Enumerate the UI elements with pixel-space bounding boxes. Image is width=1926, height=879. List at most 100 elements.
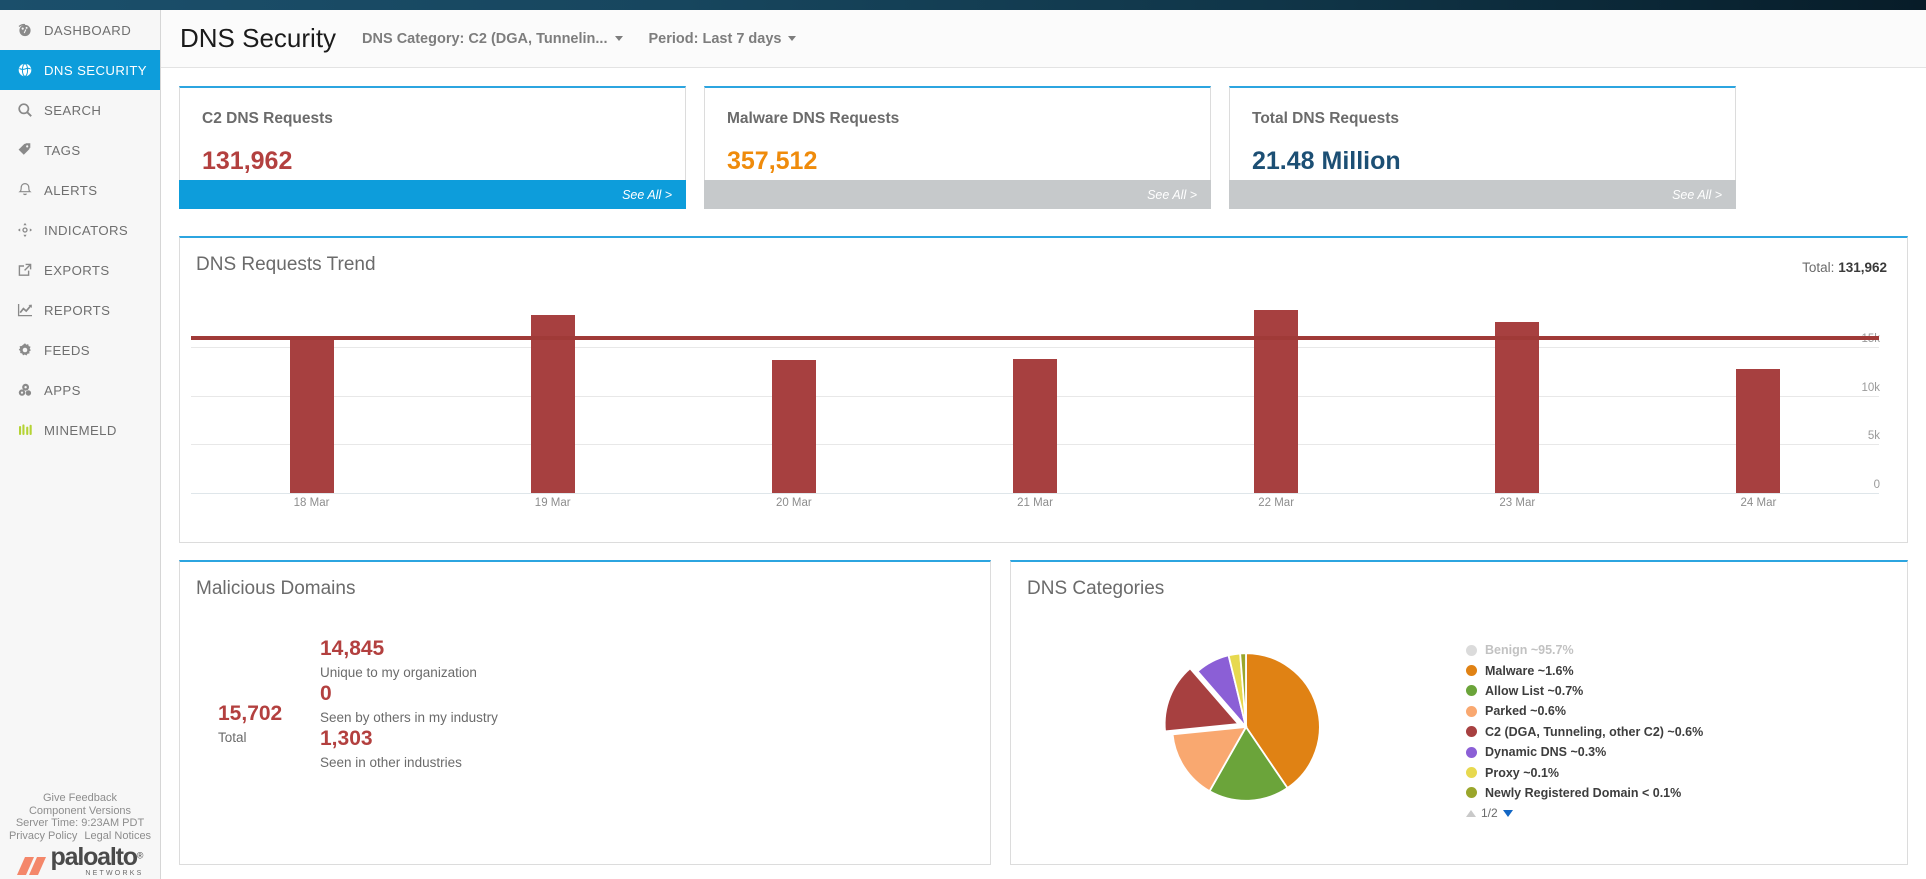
sidebar-item-reports[interactable]: REPORTS [0, 290, 160, 330]
sidebar-item-apps[interactable]: APPS [0, 370, 160, 410]
bar[interactable] [771, 360, 816, 493]
dns-categories-pie-chart [1156, 637, 1336, 817]
bar[interactable] [289, 336, 334, 493]
legend-pager: 1/2 [1466, 806, 1703, 820]
kpi-card-1: Malware DNS Requests 357,512 See All > [704, 86, 1211, 209]
dns-requests-trend-card: DNS Requests Trend Total: 131,962 0 5k 10k… [179, 236, 1908, 543]
sidebar-nav-list: DASHBOARD DNS SECURITY SEARCH TAGS ALERTS IND… [0, 10, 160, 450]
sidebar-item-exports[interactable]: EXPORTS [0, 250, 160, 290]
legend-label: Parked ~0.6% [1485, 704, 1566, 719]
legend-color-swatch [1466, 685, 1477, 697]
brand-subtitle: NETWORKS [85, 870, 144, 877]
x-axis-tick-label: 20 Mar [775, 497, 812, 509]
bar[interactable] [530, 314, 575, 493]
filter-label: Period: Last 7 days [648, 30, 782, 47]
see-all-link[interactable]: See All > [179, 180, 686, 209]
legend-item[interactable]: Dynamic DNS ~0.3% [1466, 742, 1703, 762]
legend-color-swatch [1466, 705, 1477, 717]
legend-item[interactable]: Benign ~95.7% [1466, 640, 1703, 660]
sidebar-item-minemeld[interactable]: MINEMELD [0, 410, 160, 450]
kpi-title: Malware DNS Requests [727, 110, 900, 127]
chevron-down-icon [614, 36, 623, 41]
paloalto-slashes-icon [16, 857, 46, 875]
page-header: DNS Security DNS Category: C2 (DGA, Tunn… [161, 10, 1926, 68]
legend-color-swatch [1466, 726, 1477, 738]
sidebar-item-alerts[interactable]: ALERTS [0, 170, 160, 210]
trend-bar-chart-plot: 05k10k15k18 Mar19 Mar20 Mar21 Mar22 Mar2… [191, 298, 1880, 509]
malicious-domains-row: 0 Seen by others in my industry [320, 682, 498, 725]
legend-color-swatch [1466, 644, 1477, 656]
bar[interactable] [1495, 322, 1540, 493]
legend-item[interactable]: Parked ~0.6% [1466, 701, 1703, 721]
legend-item[interactable]: Newly Registered Domain < 0.1% [1466, 783, 1703, 803]
y-axis-tick-label: 0 [1869, 479, 1880, 491]
malicious-domains-total: 15,702 Total [218, 702, 282, 745]
sidebar-item-indicators[interactable]: INDICATORS [0, 210, 160, 250]
trend-card-title: DNS Requests Trend [196, 254, 376, 275]
sidebar-item-label: FEEDS [44, 342, 90, 358]
row-label: Seen in other industries [320, 755, 462, 770]
malicious-domains-title: Malicious Domains [196, 578, 356, 599]
chevron-down-icon [788, 36, 797, 41]
legend-color-swatch [1466, 746, 1477, 758]
trend-total: Total: 131,962 [1802, 260, 1887, 275]
malicious-total-label: Total [218, 730, 247, 745]
sidebar-item-feeds[interactable]: FEEDS [0, 330, 160, 370]
legend-label: Proxy ~0.1% [1485, 765, 1560, 780]
kpi-value: 357,512 [727, 147, 818, 175]
dns-categories-legend: Benign ~95.7% Malware ~1.6% Allow List ~0.… [1466, 640, 1703, 820]
sidebar-item-label: ALERTS [44, 182, 98, 198]
pie-svg [1163, 652, 1321, 802]
sidebar-item-label: REPORTS [44, 302, 111, 318]
row-label: Unique to my organization [320, 665, 477, 680]
x-axis-tick-label: 23 Mar [1499, 497, 1536, 509]
sidebar-item-dns-security[interactable]: DNS SECURITY [0, 50, 160, 90]
legend-label: C2 (DGA, Tunneling, other C2) ~0.6% [1485, 724, 1704, 739]
legend-color-swatch [1466, 665, 1477, 677]
period-filter[interactable]: Period: Last 7 days [649, 31, 797, 47]
legend-item[interactable]: Proxy ~0.1% [1466, 762, 1703, 782]
trend-total-label: Total: [1802, 260, 1835, 275]
tag-icon [14, 142, 36, 158]
dns-category-filter[interactable]: DNS Category: C2 (DGA, Tunnelin... [362, 31, 623, 47]
sidebar: DASHBOARD DNS SECURITY SEARCH TAGS ALERTS IND… [0, 10, 161, 879]
minemeld-icon [14, 422, 36, 438]
row-value: 14,845 [320, 637, 385, 660]
sidebar-item-tags[interactable]: TAGS [0, 130, 160, 170]
external-link-icon [14, 262, 36, 278]
search-icon [14, 102, 36, 118]
row-value: 0 [320, 682, 332, 705]
kpi-title: Total DNS Requests [1252, 110, 1399, 127]
bar[interactable] [1013, 359, 1057, 493]
legend-item[interactable]: Allow List ~0.7% [1466, 681, 1703, 701]
page-down-icon[interactable] [1502, 809, 1513, 817]
kpi-value: 21.48 Million [1252, 147, 1401, 175]
page-up-icon[interactable] [1466, 809, 1476, 817]
sidebar-footer: Give Feedback Component Versions Server … [0, 792, 160, 879]
component-versions-link[interactable]: Component Versions [0, 805, 160, 817]
cubes-icon [14, 382, 36, 398]
give-feedback-link[interactable]: Give Feedback [0, 792, 160, 804]
see-all-link[interactable]: See All > [1229, 180, 1736, 209]
legend-item[interactable]: C2 (DGA, Tunneling, other C2) ~0.6% [1466, 722, 1703, 742]
legend-item[interactable]: Malware ~1.6% [1466, 660, 1703, 680]
sidebar-item-label: TAGS [44, 142, 81, 158]
privacy-policy-link[interactable]: Privacy Policy [9, 830, 77, 842]
crosshair-icon [14, 222, 36, 238]
average-threshold-line [191, 335, 1879, 340]
bar[interactable] [1736, 369, 1781, 493]
kpi-card-2: Total DNS Requests 21.48 Million See All > [1229, 86, 1736, 209]
row-value: 1,303 [320, 727, 373, 750]
sidebar-item-dashboard[interactable]: DASHBOARD [0, 10, 160, 50]
sidebar-item-search[interactable]: SEARCH [0, 90, 160, 130]
server-time-label: Server Time: 9:23AM PDT [15, 817, 145, 830]
x-axis-tick-label: 19 Mar [534, 497, 571, 509]
header-filters: DNS Category: C2 (DGA, Tunnelin... Period… [362, 31, 797, 47]
legend-page-indicator: 1/2 [1481, 806, 1498, 821]
gridline [191, 346, 1879, 348]
legal-notices-link[interactable]: Legal Notices [84, 830, 151, 842]
malicious-domains-row: 14,845 Unique to my organization [320, 637, 477, 680]
x-axis-tick-label: 21 Mar [1017, 497, 1053, 509]
legend-color-swatch [1466, 787, 1477, 799]
see-all-link[interactable]: See All > [704, 180, 1211, 209]
